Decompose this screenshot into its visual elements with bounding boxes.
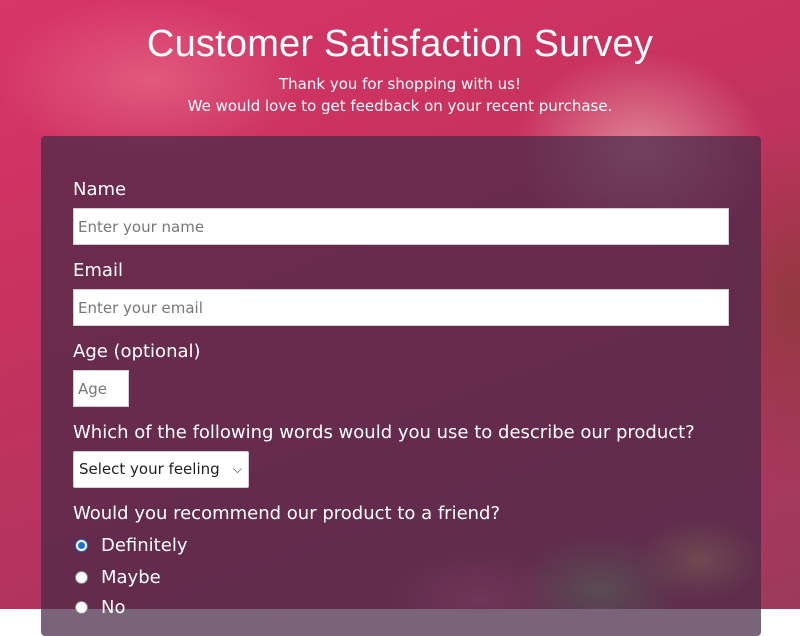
email-input[interactable] xyxy=(73,289,729,326)
survey-page: Customer Satisfaction Survey Thank you f… xyxy=(0,0,800,636)
describe-question-label: Which of the following words would you u… xyxy=(73,422,695,443)
radio-label-maybe: Maybe xyxy=(101,567,161,588)
radio-button-no[interactable] xyxy=(75,601,88,614)
age-label: Age (optional) xyxy=(73,341,201,362)
name-input[interactable] xyxy=(73,208,729,245)
feeling-select[interactable]: Select your feeling ⌵ xyxy=(73,451,249,488)
email-label: Email xyxy=(73,260,123,281)
radio-button-definitely[interactable] xyxy=(75,539,88,552)
radio-label-definitely: Definitely xyxy=(101,535,188,556)
age-input[interactable] xyxy=(73,370,129,407)
radio-button-maybe[interactable] xyxy=(75,571,88,584)
radio-label-no: No xyxy=(101,597,126,618)
subtitle-thanks: Thank you for shopping with us! xyxy=(279,75,521,93)
chevron-down-icon: ⌵ xyxy=(232,462,242,476)
name-label: Name xyxy=(73,179,127,200)
recommend-question-label: Would you recommend our product to a fri… xyxy=(73,503,501,524)
feeling-select-value: Select your feeling xyxy=(79,460,220,478)
page-title: Customer Satisfaction Survey xyxy=(146,23,654,65)
subtitle-feedback: We would love to get feedback on your re… xyxy=(187,97,613,115)
